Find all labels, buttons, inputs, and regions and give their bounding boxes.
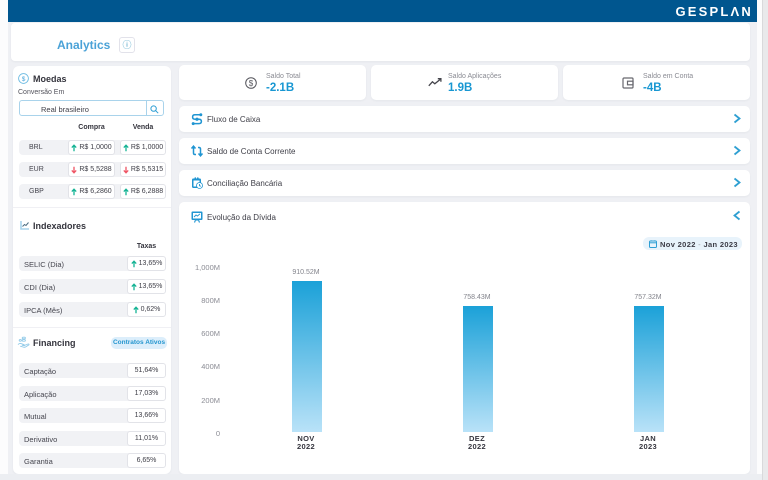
svg-text:$: $ <box>249 79 254 88</box>
svg-text:$: $ <box>22 76 26 83</box>
